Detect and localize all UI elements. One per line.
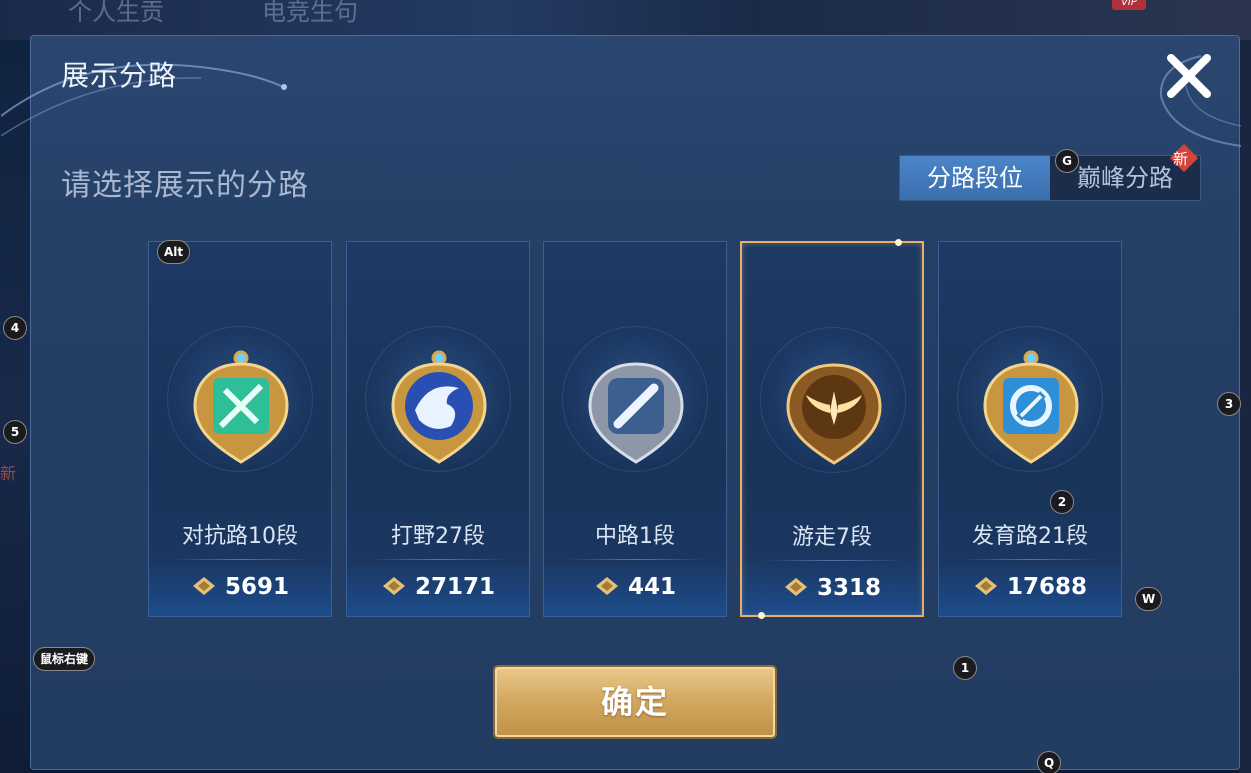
slash-emblem-icon xyxy=(588,362,684,464)
rank-points-icon xyxy=(784,578,807,596)
role-card-adc[interactable]: 发育路21段 17688 xyxy=(938,241,1122,617)
background-label: 电竞生句 xyxy=(262,0,358,26)
role-card-jungle[interactable]: 打野27段 27171 xyxy=(346,241,530,617)
hotkey-hint-w: W xyxy=(1135,587,1163,611)
role-score: 3318 xyxy=(742,575,922,601)
background-top-bar: 个人生贡 电竞生句 VIP xyxy=(0,0,1251,40)
confirm-button[interactable]: 确定 xyxy=(495,667,775,737)
role-score: 441 xyxy=(544,574,726,600)
hotkey-hint-right-click: 鼠标右键 xyxy=(33,647,96,671)
new-badge-label: 新 xyxy=(1173,150,1189,168)
bow-emblem-icon xyxy=(983,350,1079,464)
selection-corner-dot xyxy=(758,612,765,619)
role-name: 打野27段 xyxy=(391,524,485,549)
hotkey-hint-5: 5 xyxy=(3,420,27,444)
rank-points-icon xyxy=(192,577,215,595)
role-card-top[interactable]: 对抗路10段 5691 xyxy=(148,241,332,617)
rank-points-icon xyxy=(974,577,997,595)
role-score: 27171 xyxy=(347,574,529,600)
rank-points-icon xyxy=(382,577,405,595)
dragon-emblem-icon xyxy=(391,350,487,464)
hotkey-hint-3: 3 xyxy=(1217,392,1241,416)
dialog-title: 展示分路 xyxy=(61,59,178,92)
background-label: 个人生贡 xyxy=(68,0,164,26)
role-score-value: 441 xyxy=(627,574,676,600)
role-score-value: 5691 xyxy=(224,574,289,600)
role-name: 对抗路10段 xyxy=(182,524,298,549)
role-score-value: 27171 xyxy=(414,574,496,600)
role-score-value: 17688 xyxy=(1006,574,1088,600)
role-name: 中路1段 xyxy=(595,524,675,549)
vip-badge: VIP xyxy=(1112,0,1146,10)
close-x-icon xyxy=(1167,54,1211,98)
close-button[interactable] xyxy=(1161,48,1217,104)
hotkey-hint-1: 1 xyxy=(953,656,977,680)
tab-role-rank[interactable]: 分路段位 xyxy=(900,156,1050,200)
side-new-badge: 新 xyxy=(0,464,17,483)
rank-points-icon xyxy=(595,577,618,595)
hotkey-hint-g: G xyxy=(1055,149,1079,173)
hotkey-hint-4: 4 xyxy=(3,316,27,340)
role-name: 发育路21段 xyxy=(972,524,1088,549)
wings-emblem-icon xyxy=(786,363,882,465)
role-card-support[interactable]: 游走7段 3318 xyxy=(740,239,924,619)
tab-group: 分路段位 巅峰分路 xyxy=(899,155,1201,201)
hotkey-hint-2: 2 xyxy=(1050,490,1074,514)
role-score-value: 3318 xyxy=(816,575,881,601)
confirm-label: 确定 xyxy=(600,683,669,721)
selection-corner-dot xyxy=(895,239,902,246)
sword-crossed-emblem-icon xyxy=(193,350,289,464)
hotkey-hint-q: Q xyxy=(1037,751,1062,773)
show-role-dialog: 展示分路 请选择展示的分路 分路段位 巅峰分路 新 对抗路10段 5691 打野… xyxy=(1,35,1241,770)
section-subtitle: 请选择展示的分路 xyxy=(61,168,309,203)
role-card-mid[interactable]: 中路1段 441 xyxy=(543,241,727,617)
hotkey-hint-alt: Alt xyxy=(157,240,191,264)
role-score: 5691 xyxy=(149,574,331,600)
role-name: 游走7段 xyxy=(792,525,872,550)
role-score: 17688 xyxy=(939,574,1121,600)
